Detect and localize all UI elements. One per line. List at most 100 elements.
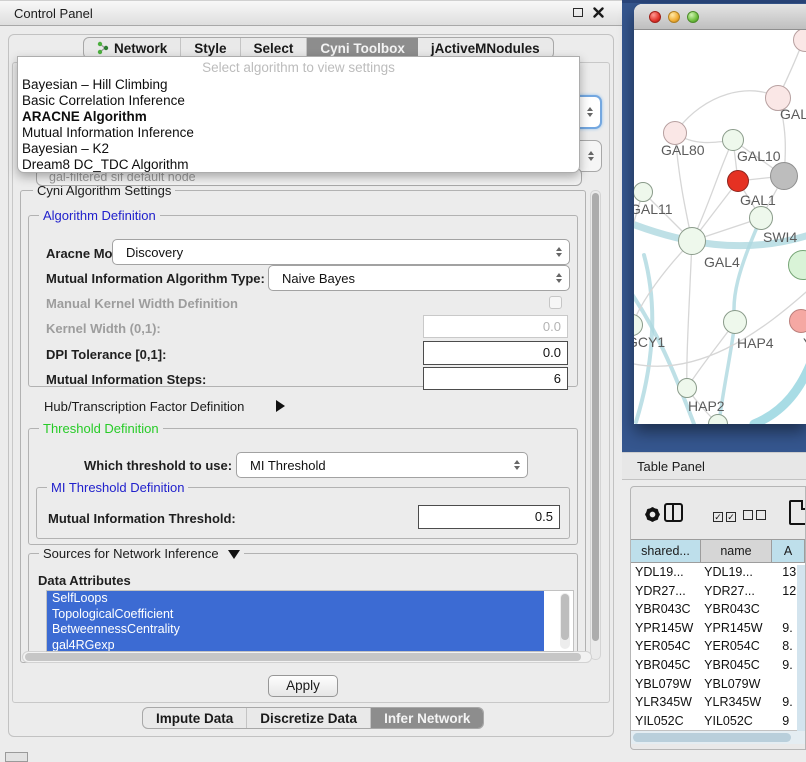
bottom-tabbar: Impute Data Discretize Data Infer Networ… (142, 707, 484, 729)
new-document-icon[interactable] (789, 500, 806, 525)
table-cell[interactable]: YDL19... (631, 563, 700, 582)
network-node-y[interactable] (789, 309, 806, 333)
algorithm-option[interactable]: ARACNE Algorithm (18, 109, 579, 125)
table-row[interactable]: YLR345WYLR345W9. (631, 693, 805, 712)
table-body[interactable]: YDL19...YDL19...13YDR27...YDR27...12YBR0… (631, 563, 805, 730)
algorithm-option[interactable]: Mutual Information Inference (18, 125, 579, 141)
list-vertical-scrollbar[interactable] (560, 593, 570, 649)
table-cell[interactable]: YLR345W (631, 693, 700, 712)
manual-kernel-checkbox[interactable] (549, 296, 562, 309)
gear-icon[interactable] (643, 505, 662, 527)
table-cell[interactable]: YDR27... (700, 582, 770, 601)
bottom-left-widget[interactable] (5, 752, 28, 762)
node-label: GAL80 (661, 142, 705, 158)
data-attribute-item[interactable]: gal4RGexp (47, 638, 544, 653)
network-canvas[interactable]: GAL7GAL80GAL10GAL1GAL11SWI4GAL4GCY1HAP4Y… (634, 30, 806, 424)
table-row[interactable]: YER054CYER054C8. (631, 637, 805, 656)
column-header-name[interactable]: name (701, 540, 772, 562)
table-cell[interactable]: YBL079W (700, 675, 770, 694)
table-row[interactable]: YDL19...YDL19...13 (631, 563, 805, 582)
table-cell[interactable]: YPR145W (700, 619, 770, 638)
table-cell[interactable]: YIL052C (631, 712, 700, 730)
which-threshold-combobox[interactable]: MI Threshold (236, 452, 528, 478)
column-header-shared-name[interactable]: shared... (631, 540, 701, 562)
tab-discretize-data[interactable]: Discretize Data (247, 708, 371, 728)
split-columns-icon[interactable] (664, 503, 683, 522)
network-node-gal4[interactable] (678, 227, 706, 255)
data-attribute-item[interactable]: BetweennessCentrality (47, 622, 544, 638)
spinner-icon (588, 151, 594, 161)
tab-infer-network[interactable]: Infer Network (371, 708, 483, 728)
table-cell[interactable]: YER054C (631, 637, 700, 656)
mi-threshold-input[interactable]: 0.5 (418, 505, 560, 529)
mi-threshold-label: Mutual Information Threshold: (48, 511, 236, 526)
control-panel-title: Control Panel (14, 6, 93, 21)
table-cell[interactable]: YPR145W (631, 619, 700, 638)
settings-horizontal-scrollbar[interactable] (22, 651, 592, 663)
table-row[interactable]: YIL052CYIL052C9 (631, 712, 805, 730)
window-float-icon[interactable] (573, 8, 583, 17)
collapse-down-icon[interactable] (228, 550, 240, 559)
table-cell[interactable]: YER054C (700, 637, 770, 656)
column-header-partial[interactable]: A (772, 540, 805, 562)
which-threshold-value: MI Threshold (250, 458, 326, 473)
aracne-mode-combobox[interactable]: Discovery (112, 239, 570, 265)
kernel-width-input[interactable]: 0.0 (423, 315, 568, 338)
kernel-width-label: Kernel Width (0,1): (46, 321, 161, 336)
tab-select[interactable]: Select (241, 38, 308, 58)
node-label: SWI4 (763, 229, 797, 245)
table-cell[interactable]: YBR045C (631, 656, 700, 675)
network-node-swi4[interactable] (749, 206, 773, 230)
tab-network-label: Network (114, 41, 167, 56)
window-close-icon[interactable] (593, 7, 604, 18)
unchecked-pair-icon[interactable] (743, 508, 769, 523)
table-cell[interactable]: YBR043C (700, 600, 770, 619)
apply-button[interactable]: Apply (268, 675, 338, 697)
close-light-icon[interactable] (649, 11, 661, 23)
network-window-titlebar[interactable] (634, 4, 806, 30)
table-cell[interactable]: YDL19... (700, 563, 770, 582)
network-node-hap2[interactable] (677, 378, 697, 398)
table-vertical-scrollbar[interactable] (797, 565, 805, 731)
table-cell[interactable]: YLR345W (700, 693, 770, 712)
checked-pair-icon[interactable]: ✓✓ (713, 508, 739, 523)
spinner-icon (556, 273, 562, 283)
threshold-definition-title: Threshold Definition (39, 421, 163, 436)
mi-steps-input[interactable]: 6 (423, 367, 568, 390)
table-row[interactable]: YDR27...YDR27...12 (631, 582, 805, 601)
zoom-light-icon[interactable] (687, 11, 699, 23)
table-row[interactable]: YBR043CYBR043C (631, 600, 805, 619)
algorithm-option[interactable]: Bayesian – K2 (18, 141, 579, 157)
table-row[interactable]: YBR045CYBR045C9. (631, 656, 805, 675)
settings-vertical-scrollbar[interactable] (590, 190, 601, 660)
table-cell[interactable]: YBR043C (631, 600, 700, 619)
manual-kernel-label: Manual Kernel Width Definition (46, 296, 238, 311)
tab-style[interactable]: Style (181, 38, 240, 58)
network-view-window[interactable]: GAL7GAL80GAL10GAL1GAL11SWI4GAL4GCY1HAP4Y… (634, 4, 806, 424)
data-attribute-item[interactable]: TopologicalCoefficient (47, 607, 544, 623)
network-node[interactable] (770, 162, 798, 190)
algorithm-option[interactable]: Bayesian – Hill Climbing (18, 77, 579, 93)
table-cell[interactable]: YDR27... (631, 582, 700, 601)
table-horizontal-scrollbar[interactable] (631, 730, 805, 744)
table-row[interactable]: YPR145WYPR145W9. (631, 619, 805, 638)
network-node-gal11[interactable] (634, 182, 653, 202)
tab-cyni-toolbox[interactable]: Cyni Toolbox (307, 38, 418, 58)
table-row[interactable]: YBL079WYBL079W (631, 675, 805, 694)
table-cell[interactable]: YBL079W (631, 675, 700, 694)
data-attributes-list[interactable]: SelfLoopsTopologicalCoefficientBetweenne… (46, 590, 574, 652)
table-cell[interactable]: YBR045C (700, 656, 770, 675)
mi-type-combobox[interactable]: Naive Bayes (268, 265, 570, 291)
table-cell[interactable]: YIL052C (700, 712, 770, 730)
tab-network[interactable]: Network (84, 38, 181, 58)
network-node-hap4[interactable] (723, 310, 747, 334)
dpi-tolerance-input[interactable]: 0.0 (423, 341, 568, 365)
data-attribute-item[interactable]: SelfLoops (47, 591, 544, 607)
tab-jactivemnodules[interactable]: jActiveMNodules (418, 38, 553, 58)
minimize-light-icon[interactable] (668, 11, 680, 23)
algorithm-option[interactable]: Basic Correlation Inference (18, 93, 579, 109)
algorithm-option[interactable]: Dream8 DC_TDC Algorithm (18, 157, 579, 173)
expand-right-icon[interactable] (276, 400, 285, 412)
tab-impute-data[interactable]: Impute Data (143, 708, 247, 728)
network-node-gal1[interactable] (727, 170, 749, 192)
